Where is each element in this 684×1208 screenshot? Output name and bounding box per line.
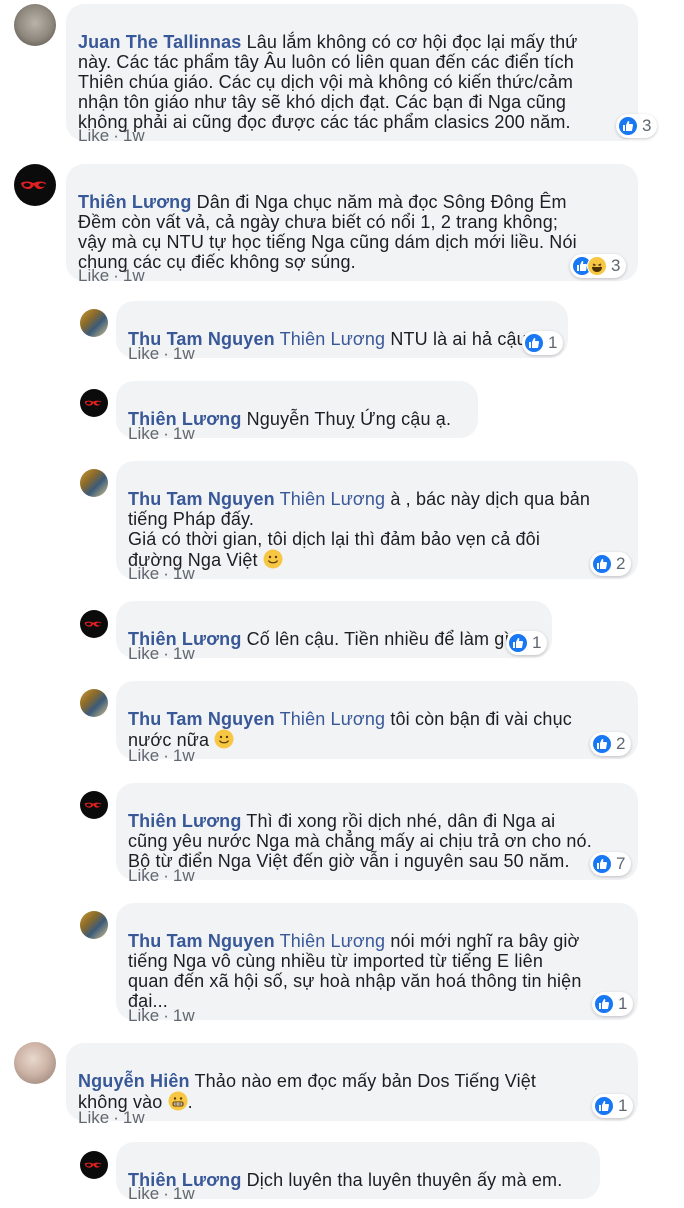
reaction-count[interactable]: 1 (506, 631, 548, 655)
avatar[interactable] (80, 610, 108, 638)
avatar[interactable] (80, 1151, 108, 1179)
timestamp[interactable]: 1w (173, 1184, 195, 1203)
like-button[interactable]: Like (128, 424, 159, 443)
thumbs-up-icon (592, 554, 612, 574)
timestamp[interactable]: 1w (123, 126, 145, 145)
avatar[interactable] (14, 4, 56, 46)
thumbs-up-icon (592, 734, 612, 754)
reaction-count[interactable]: 1 (592, 1094, 634, 1118)
thumbs-up-icon (594, 1096, 614, 1116)
comment-text: NTU là ai hả cậu? (390, 329, 537, 349)
timestamp[interactable]: 1w (173, 1006, 195, 1025)
comment-text: Dịch luyên tha luyên thuyên ấy mà em. (246, 1170, 563, 1190)
comment-meta: Like · 1w (128, 1184, 195, 1203)
comment-meta: Like · 1w (128, 746, 195, 765)
avatar[interactable] (80, 689, 108, 717)
author-name[interactable]: Thu Tam Nguyen (128, 709, 275, 729)
avatar[interactable] (80, 389, 108, 417)
thumbs-up-icon (618, 116, 638, 136)
thumbs-up-icon (524, 333, 544, 353)
mention-tag[interactable]: Thiên Lương (280, 709, 386, 729)
comment-meta: Like · 1w (128, 1006, 195, 1025)
mention-tag[interactable]: Thiên Lương (280, 931, 386, 951)
timestamp[interactable]: 1w (173, 344, 195, 363)
reaction-count[interactable]: 1 (522, 331, 564, 355)
comment-meta: Like · 1w (128, 644, 195, 663)
thumbs-up-icon (594, 994, 614, 1014)
comment-meta: Like · 1w (78, 266, 145, 285)
reaction-count[interactable]: 3 (616, 114, 658, 138)
comment-bubble: Thiên Lương Dân đi Nga chục năm mà đọc S… (66, 164, 638, 281)
timestamp[interactable]: 1w (123, 266, 145, 285)
comment-meta: Like · 1w (128, 344, 195, 363)
comment-meta: Like · 1w (128, 866, 195, 885)
like-button[interactable]: Like (128, 644, 159, 663)
timestamp[interactable]: 1w (173, 644, 195, 663)
like-button[interactable]: Like (128, 746, 159, 765)
author-name[interactable]: Nguyễn Hiên (78, 1071, 190, 1091)
avatar[interactable] (14, 1042, 56, 1084)
thumbs-up-icon (592, 854, 612, 874)
thumbs-up-icon (508, 633, 528, 653)
like-button[interactable]: Like (128, 1006, 159, 1025)
like-button[interactable]: Like (128, 1184, 159, 1203)
smiling-face-emoji (263, 549, 283, 569)
comment-meta: Like · 1w (78, 1108, 145, 1127)
timestamp[interactable]: 1w (173, 746, 195, 765)
author-name[interactable]: Thu Tam Nguyen (128, 489, 275, 509)
reaction-count[interactable]: 7 (590, 852, 632, 876)
comment-bubble: Nguyễn Hiên Thảo nào em đọc mấy bản Dos … (66, 1043, 638, 1121)
like-button[interactable]: Like (78, 266, 109, 285)
comment-meta: Like · 1w (78, 126, 145, 145)
avatar[interactable] (80, 911, 108, 939)
comment-text: Nguyễn Thuỵ Ứng cậu ạ. (246, 409, 452, 429)
like-button[interactable]: Like (128, 344, 159, 363)
like-button[interactable]: Like (78, 126, 109, 145)
avatar[interactable] (80, 469, 108, 497)
timestamp[interactable]: 1w (123, 1108, 145, 1127)
comment-text: Cố lên cậu. Tiền nhiều để làm gì? (246, 629, 520, 649)
mention-tag[interactable]: Thiên Lương (280, 329, 386, 349)
timestamp[interactable]: 1w (173, 866, 195, 885)
reaction-count[interactable]: 1 (592, 992, 634, 1016)
avatar[interactable] (80, 309, 108, 337)
author-name[interactable]: Juan The Tallinnas (78, 32, 241, 52)
comment-meta: Like · 1w (128, 564, 195, 583)
comment-bubble: Thu Tam Nguyen Thiên Lương nói mới nghĩ … (116, 903, 638, 1020)
reaction-count[interactable]: 2 (590, 732, 632, 756)
like-button[interactable]: Like (128, 866, 159, 885)
author-name[interactable]: Thiên Lương (128, 811, 241, 831)
like-button[interactable]: Like (128, 564, 159, 583)
grimacing-face-emoji (168, 1091, 188, 1111)
haha-icon (587, 256, 607, 276)
comment-bubble: Juan The Tallinnas Lâu lắm không có cơ h… (66, 4, 638, 141)
comment-meta: Like · 1w (128, 424, 195, 443)
comment-bubble: Thu Tam Nguyen Thiên Lương à , bác này d… (116, 461, 638, 579)
reaction-count[interactable]: 3 (570, 254, 627, 278)
avatar[interactable] (14, 164, 56, 206)
reaction-count[interactable]: 2 (590, 552, 632, 576)
smiling-face-emoji (214, 729, 234, 749)
like-button[interactable]: Like (78, 1108, 109, 1127)
author-name[interactable]: Thiên Lương (78, 192, 191, 212)
avatar[interactable] (80, 791, 108, 819)
timestamp[interactable]: 1w (173, 564, 195, 583)
timestamp[interactable]: 1w (173, 424, 195, 443)
author-name[interactable]: Thu Tam Nguyen (128, 931, 275, 951)
mention-tag[interactable]: Thiên Lương (280, 489, 386, 509)
